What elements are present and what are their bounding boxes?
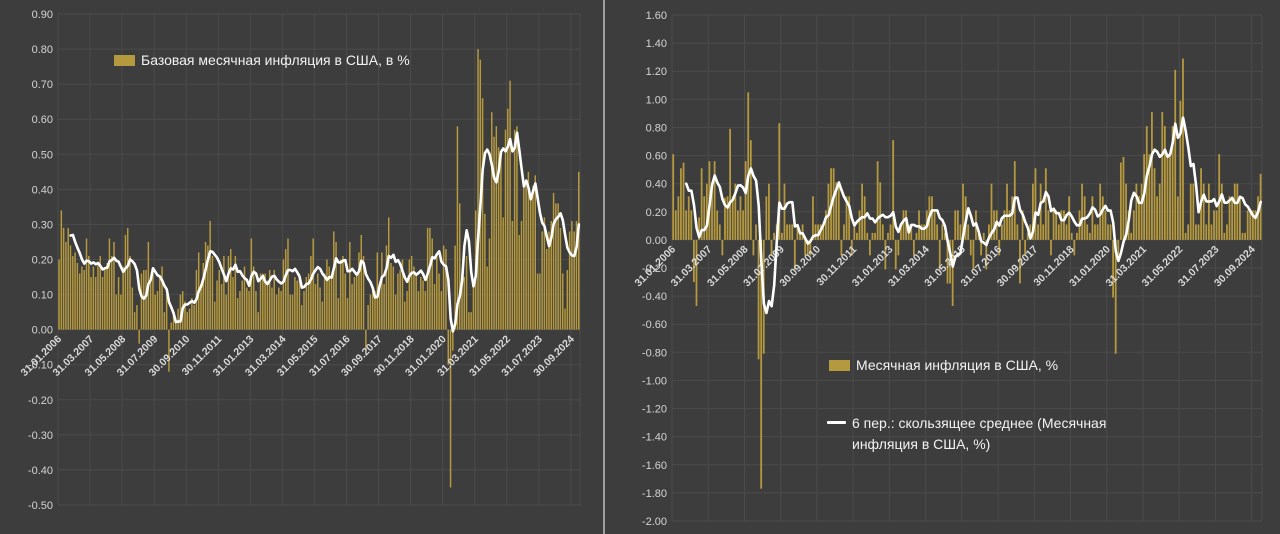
svg-text:1.40: 1.40 <box>646 38 667 50</box>
svg-text:0.60: 0.60 <box>32 114 53 126</box>
y-axis-labels: -0.50-0.40-0.30-0.20-0.100.000.100.200.3… <box>28 9 53 512</box>
svg-text:1.00: 1.00 <box>646 94 667 106</box>
core-inflation-panel: -0.50 -0.40 -0.30 -0.20 -0.10 0.00 0.10 0.20 0.3… <box>0 0 603 534</box>
svg-text:0.60: 0.60 <box>646 151 667 163</box>
legend-label: 6 пер.: скользящее среднее (Месячная инф… <box>852 415 1107 452</box>
legend-label: Месячная инфляция в США, % <box>856 357 1059 373</box>
svg-text:0.40: 0.40 <box>32 184 53 196</box>
svg-text:1.20: 1.20 <box>646 66 667 78</box>
svg-text:-0.50: -0.50 <box>28 500 53 512</box>
svg-text:0.20: 0.20 <box>32 255 53 267</box>
grid <box>57 13 581 506</box>
svg-text:-0.40: -0.40 <box>28 465 53 477</box>
svg-text:0.90: 0.90 <box>32 9 53 21</box>
svg-text:-1.00: -1.00 <box>642 375 667 387</box>
svg-text:0.00: 0.00 <box>32 325 53 337</box>
legend-moving-average: 6 пер.: скользящее среднее (Месячная инф… <box>827 413 1170 455</box>
inflation-dashboard: -0.50 -0.40 -0.30 -0.20 -0.10 0.00 0.10 0.20 0.3… <box>0 0 1280 534</box>
svg-text:-1.40: -1.40 <box>642 432 667 444</box>
svg-text:0.00: 0.00 <box>646 235 667 247</box>
svg-text:-0.40: -0.40 <box>642 291 667 303</box>
svg-text:0.40: 0.40 <box>646 179 667 191</box>
svg-text:0.30: 0.30 <box>32 219 53 231</box>
svg-text:0.50: 0.50 <box>32 149 53 161</box>
x-axis-labels: 31.01.200631.03.200731.05.200831.07.2009… <box>18 333 577 379</box>
legend-core-inflation: Базовая месячная инфляция в США, в % <box>114 52 410 68</box>
svg-text:1.60: 1.60 <box>646 10 667 22</box>
line-swatch-icon <box>827 421 846 424</box>
x-axis-labels: 31.01.200631.03.200731.05.200831.07.2009… <box>632 243 1257 289</box>
svg-text:-1.60: -1.60 <box>642 460 667 472</box>
svg-text:-0.20: -0.20 <box>28 395 53 407</box>
svg-text:-0.80: -0.80 <box>642 347 667 359</box>
headline-inflation-panel: -2.00 -1.80 -1.60 -1.40 -1.20 -1.00 -0.80 -0.60… <box>605 0 1280 534</box>
legend-headline-inflation: Месячная инфляция в США, % <box>829 357 1058 373</box>
legend-label: Базовая месячная инфляция в США, в % <box>141 52 410 68</box>
svg-text:0.70: 0.70 <box>32 79 53 91</box>
svg-text:0.10: 0.10 <box>32 290 53 302</box>
svg-text:-1.80: -1.80 <box>642 488 667 500</box>
bar-swatch-icon <box>829 359 850 371</box>
core-inflation-chart: -0.50-0.40-0.30-0.20-0.100.000.100.200.3… <box>18 9 581 512</box>
svg-text:-1.20: -1.20 <box>642 404 667 416</box>
bar-swatch-icon <box>114 54 135 66</box>
svg-text:-2.00: -2.00 <box>642 516 667 528</box>
svg-text:0.20: 0.20 <box>646 207 667 219</box>
svg-text:0.80: 0.80 <box>646 122 667 134</box>
svg-text:-0.30: -0.30 <box>28 430 53 442</box>
svg-text:0.80: 0.80 <box>32 44 53 56</box>
svg-text:-0.60: -0.60 <box>642 319 667 331</box>
